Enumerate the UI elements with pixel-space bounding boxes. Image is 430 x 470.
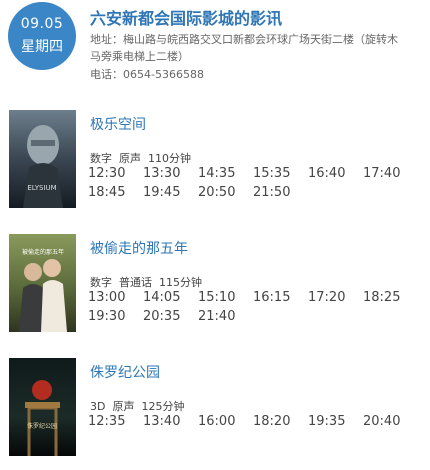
showtime[interactable]: 16:00: [198, 412, 253, 431]
showtime[interactable]: 20:35: [143, 307, 198, 326]
svg-text:ELYSIUM: ELYSIUM: [27, 184, 56, 192]
weekday-label: 星期四: [21, 39, 63, 55]
movie-poster[interactable]: ELYSIUM: [9, 110, 76, 208]
showtime[interactable]: 12:30: [88, 164, 143, 183]
showtime[interactable]: 21:40: [198, 307, 253, 326]
showtime[interactable]: 15:35: [253, 164, 308, 183]
movie-poster[interactable]: 侏罗纪公园: [9, 358, 76, 456]
showtime[interactable]: 19:45: [143, 183, 198, 202]
showtime[interactable]: 13:40: [143, 412, 198, 431]
showtime[interactable]: 19:35: [308, 412, 363, 431]
showtime[interactable]: 13:00: [88, 288, 143, 307]
showtime[interactable]: 17:20: [308, 288, 363, 307]
showtime[interactable]: 12:35: [88, 412, 143, 431]
showtime-list: 12:30 13:30 14:35 15:35 16:40 17:40 18:4…: [88, 164, 424, 202]
movie-poster[interactable]: 被偷走的那五年: [9, 234, 76, 332]
showtime[interactable]: 17:40: [363, 164, 418, 183]
showtime[interactable]: 18:45: [88, 183, 143, 202]
showtime[interactable]: 19:30: [88, 307, 143, 326]
showtime[interactable]: 15:10: [198, 288, 253, 307]
movie-title[interactable]: 被偷走的那五年: [90, 238, 188, 258]
showtime[interactable]: 14:35: [198, 164, 253, 183]
showtime[interactable]: 16:40: [308, 164, 363, 183]
showtime[interactable]: 16:15: [253, 288, 308, 307]
date-badge: 09.05 星期四: [8, 2, 76, 70]
cinema-address: 地址：梅山路与皖西路交叉口新都会环球广场天街二楼（旋转木马旁乘电梯上二楼）: [90, 33, 398, 63]
movie-title[interactable]: 侏罗纪公园: [90, 362, 160, 382]
showtime[interactable]: 13:30: [143, 164, 198, 183]
svg-text:被偷走的那五年: 被偷走的那五年: [22, 248, 64, 256]
showtime[interactable]: 14:05: [143, 288, 198, 307]
cinema-header: 09.05 星期四 六安新都会国际影城的影讯 地址：梅山路与皖西路交叉口新都会环…: [0, 0, 430, 90]
showtime-list: 13:00 14:05 15:10 16:15 17:20 18:25 19:3…: [88, 288, 424, 326]
showtime[interactable]: 20:50: [198, 183, 253, 202]
movie-title[interactable]: 极乐空间: [90, 114, 146, 134]
cinema-title[interactable]: 六安新都会国际影城的影讯: [90, 5, 282, 29]
cinema-phone[interactable]: 电话：0654-5366588: [90, 66, 204, 82]
showtime[interactable]: 20:40: [363, 412, 418, 431]
showtime[interactable]: 18:25: [363, 288, 418, 307]
showtime[interactable]: 21:50: [253, 183, 308, 202]
showtime-list: 12:35 13:40 16:00 18:20 19:35 20:40: [88, 412, 424, 431]
showtime[interactable]: 18:20: [253, 412, 308, 431]
svg-text:侏罗纪公园: 侏罗纪公园: [27, 422, 57, 430]
date-label: 09.05: [20, 16, 64, 32]
